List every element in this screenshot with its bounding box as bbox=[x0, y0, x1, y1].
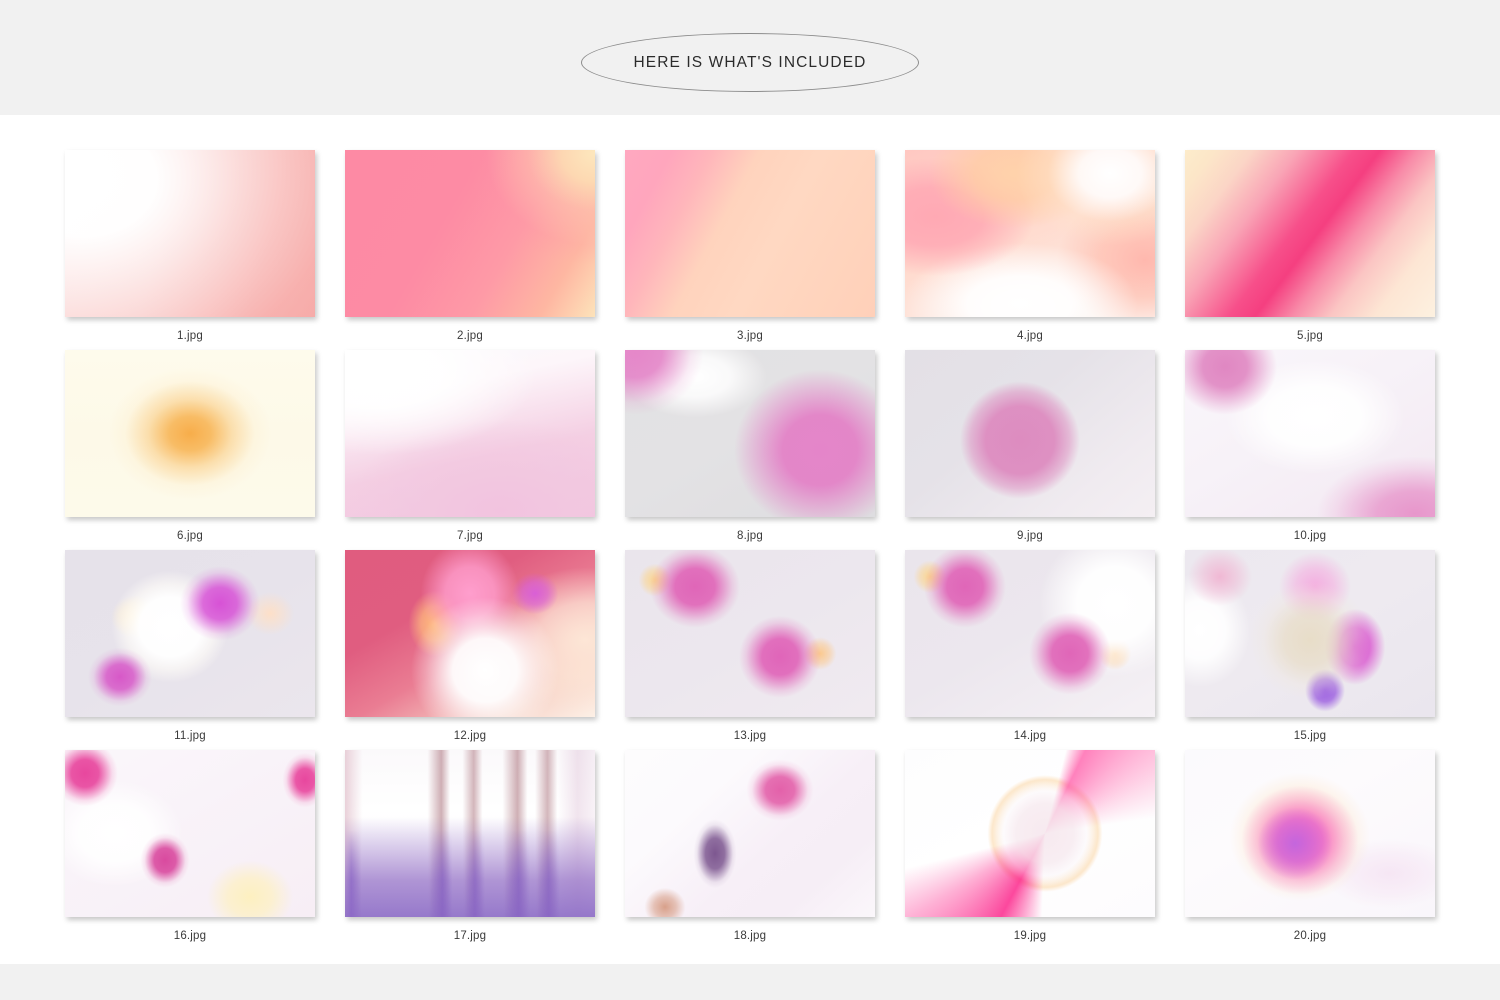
thumbnail-image-18[interactable] bbox=[625, 750, 875, 917]
gradient-artwork-13 bbox=[625, 550, 875, 717]
thumbnail-image-10[interactable] bbox=[1185, 350, 1435, 517]
thumbnail-label: 7.jpg bbox=[457, 530, 483, 542]
thumbnail-image-1[interactable] bbox=[65, 150, 315, 317]
gradient-artwork-8 bbox=[625, 350, 875, 517]
gallery-item[interactable]: 4.jpg bbox=[905, 150, 1155, 350]
thumbnail-image-14[interactable] bbox=[905, 550, 1155, 717]
gradient-artwork-11 bbox=[65, 550, 315, 717]
gallery-item[interactable]: 14.jpg bbox=[905, 550, 1155, 750]
thumbnail-gallery: 1.jpg 2.jpg 3.jpg 4.jpg 5.jpg 6.jpg 7.jp… bbox=[65, 150, 1440, 950]
thumbnail-image-9[interactable] bbox=[905, 350, 1155, 517]
gallery-item[interactable]: 13.jpg bbox=[625, 550, 875, 750]
thumbnail-label: 13.jpg bbox=[733, 730, 767, 742]
thumbnail-image-19[interactable] bbox=[905, 750, 1155, 917]
thumbnail-label: 6.jpg bbox=[177, 530, 203, 542]
gallery-item[interactable]: 5.jpg bbox=[1185, 150, 1435, 350]
gradient-artwork-6 bbox=[65, 350, 315, 517]
thumbnail-label: 9.jpg bbox=[1017, 530, 1043, 542]
gallery-item[interactable]: 15.jpg bbox=[1185, 550, 1435, 750]
thumbnail-image-8[interactable] bbox=[625, 350, 875, 517]
thumbnail-image-4[interactable] bbox=[905, 150, 1155, 317]
page-root: HERE IS WHAT'S INCLUDED 1.jpg 2.jpg 3.jp… bbox=[0, 0, 1500, 1000]
footer-band bbox=[0, 964, 1500, 1000]
gallery-item[interactable]: 16.jpg bbox=[65, 750, 315, 950]
gallery-item[interactable]: 18.jpg bbox=[625, 750, 875, 950]
gradient-artwork-18 bbox=[625, 750, 875, 917]
thumbnail-label: 17.jpg bbox=[453, 930, 487, 942]
gradient-artwork-10 bbox=[1185, 350, 1435, 517]
thumbnail-label: 15.jpg bbox=[1293, 730, 1327, 742]
gradient-artwork-16 bbox=[65, 750, 315, 917]
thumbnail-label: 5.jpg bbox=[1297, 330, 1323, 342]
gradient-artwork-14 bbox=[905, 550, 1155, 717]
gradient-artwork-15 bbox=[1185, 550, 1435, 717]
gallery-item[interactable]: 10.jpg bbox=[1185, 350, 1435, 550]
gradient-artwork-3 bbox=[625, 150, 875, 317]
gallery-item[interactable]: 1.jpg bbox=[65, 150, 315, 350]
thumbnail-label: 2.jpg bbox=[457, 330, 483, 342]
gallery-item[interactable]: 6.jpg bbox=[65, 350, 315, 550]
gradient-artwork-17 bbox=[345, 750, 595, 917]
thumbnail-label: 8.jpg bbox=[737, 530, 763, 542]
gradient-artwork-1 bbox=[65, 150, 315, 317]
section-heading-pill: HERE IS WHAT'S INCLUDED bbox=[581, 33, 919, 92]
gallery-item[interactable]: 9.jpg bbox=[905, 350, 1155, 550]
thumbnail-label: 1.jpg bbox=[177, 330, 203, 342]
thumbnail-label: 14.jpg bbox=[1013, 730, 1047, 742]
gallery-item[interactable]: 7.jpg bbox=[345, 350, 595, 550]
thumbnail-image-13[interactable] bbox=[625, 550, 875, 717]
thumbnail-image-20[interactable] bbox=[1185, 750, 1435, 917]
gradient-artwork-20 bbox=[1185, 750, 1435, 917]
thumbnail-image-11[interactable] bbox=[65, 550, 315, 717]
gallery-item[interactable]: 17.jpg bbox=[345, 750, 595, 950]
gallery-item[interactable]: 2.jpg bbox=[345, 150, 595, 350]
gradient-artwork-9 bbox=[905, 350, 1155, 517]
thumbnail-image-17[interactable] bbox=[345, 750, 595, 917]
thumbnail-label: 19.jpg bbox=[1013, 930, 1047, 942]
page-title: HERE IS WHAT'S INCLUDED bbox=[633, 53, 867, 71]
gradient-artwork-5 bbox=[1185, 150, 1435, 317]
thumbnail-label: 12.jpg bbox=[453, 730, 487, 742]
thumbnail-label: 20.jpg bbox=[1293, 930, 1327, 942]
thumbnail-label: 10.jpg bbox=[1293, 530, 1327, 542]
thumbnail-image-15[interactable] bbox=[1185, 550, 1435, 717]
gradient-artwork-4 bbox=[905, 150, 1155, 317]
thumbnail-label: 3.jpg bbox=[737, 330, 763, 342]
gradient-artwork-7 bbox=[345, 350, 595, 517]
thumbnail-image-3[interactable] bbox=[625, 150, 875, 317]
gallery-item[interactable]: 19.jpg bbox=[905, 750, 1155, 950]
thumbnail-image-2[interactable] bbox=[345, 150, 595, 317]
gallery-item[interactable]: 12.jpg bbox=[345, 550, 595, 750]
thumbnail-image-7[interactable] bbox=[345, 350, 595, 517]
gradient-artwork-19 bbox=[905, 750, 1155, 917]
thumbnail-label: 11.jpg bbox=[174, 730, 206, 742]
thumbnail-label: 4.jpg bbox=[1017, 330, 1043, 342]
gradient-artwork-2 bbox=[345, 150, 595, 317]
thumbnail-image-5[interactable] bbox=[1185, 150, 1435, 317]
gallery-item[interactable]: 3.jpg bbox=[625, 150, 875, 350]
thumbnail-image-16[interactable] bbox=[65, 750, 315, 917]
gallery-item[interactable]: 20.jpg bbox=[1185, 750, 1435, 950]
thumbnail-image-6[interactable] bbox=[65, 350, 315, 517]
gallery-item[interactable]: 11.jpg bbox=[65, 550, 315, 750]
gradient-artwork-12 bbox=[345, 550, 595, 717]
thumbnail-image-12[interactable] bbox=[345, 550, 595, 717]
gallery-item[interactable]: 8.jpg bbox=[625, 350, 875, 550]
thumbnail-label: 18.jpg bbox=[733, 930, 767, 942]
thumbnail-label: 16.jpg bbox=[173, 930, 207, 942]
